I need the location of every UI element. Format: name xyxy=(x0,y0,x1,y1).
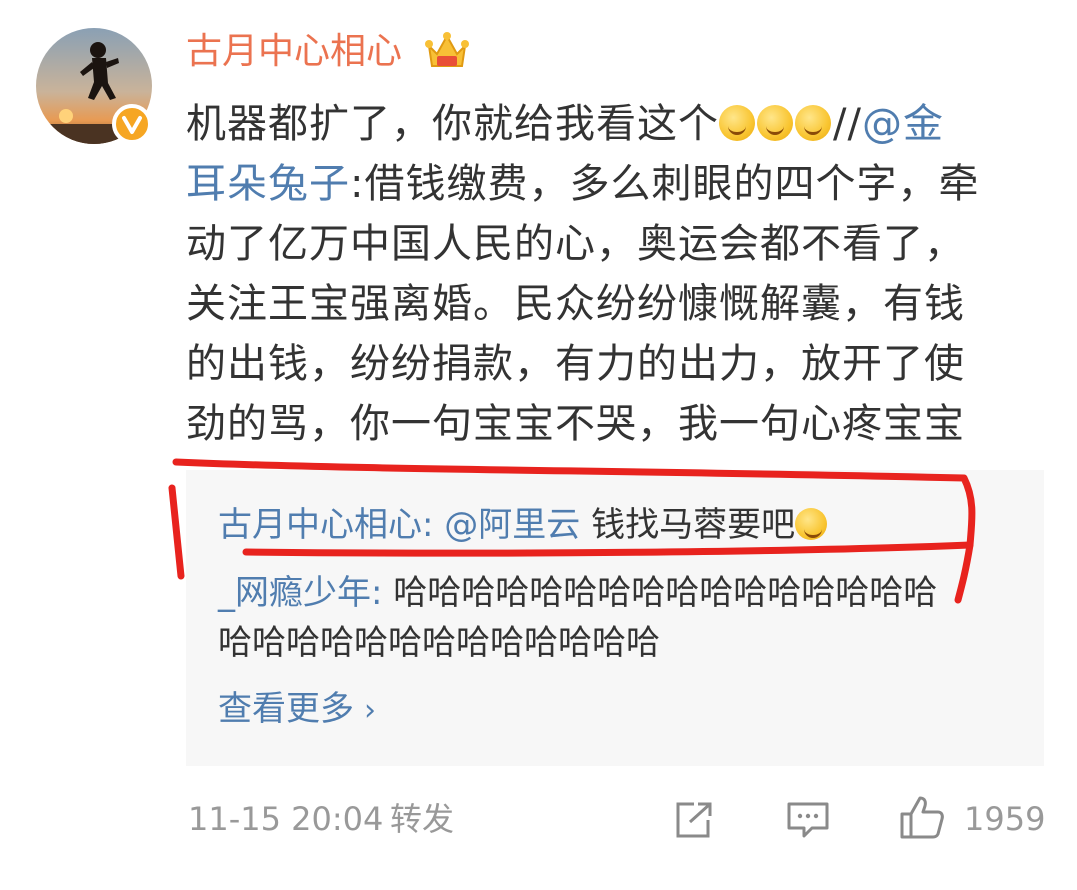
chevron-right-icon: › xyxy=(364,693,376,728)
share-icon[interactable] xyxy=(672,800,714,856)
grin-emoji-icon xyxy=(757,105,793,141)
verified-badge-icon xyxy=(112,104,152,144)
post-text: 机器都扩了，你就给我看这个//@金 耳朵兔子:借钱缴费，多么刺眼的四个字，牵 动… xyxy=(186,94,1036,454)
thumbs-up-icon[interactable] xyxy=(898,794,946,856)
comment-author[interactable]: _网瘾少年: xyxy=(218,573,382,613)
comment-icon[interactable] xyxy=(786,800,830,856)
post-line: 动了亿万中国人民的心，奥运会都不看了， xyxy=(186,221,965,267)
comment-item[interactable]: 古月中心相心: @阿里云 钱找马蓉要吧 xyxy=(218,500,829,550)
grin-emoji-icon xyxy=(795,105,831,141)
post-line: 机器都扩了，你就给我看这个//@金 xyxy=(186,101,944,147)
vip-crown-icon[interactable] xyxy=(424,30,470,72)
comments-box: 古月中心相心: @阿里云 钱找马蓉要吧 _网瘾少年: 哈哈哈哈哈哈哈哈哈哈哈哈哈… xyxy=(186,470,1044,766)
post-line: 关注王宝强离婚。民众纷纷慷慨解囊，有钱 xyxy=(186,281,965,327)
thinking-emoji-icon xyxy=(795,508,828,540)
post-line: 耳朵兔子:借钱缴费，多么刺眼的四个字，牵 xyxy=(186,161,980,207)
repost-source-label: 转发 xyxy=(390,800,455,838)
like-count: 1959 xyxy=(964,800,1046,838)
timestamp: 11-15 20:04 xyxy=(188,800,384,838)
mention-link[interactable]: @金 xyxy=(862,101,944,147)
comment-item[interactable]: _网瘾少年: 哈哈哈哈哈哈哈哈哈哈哈哈哈哈哈哈 xyxy=(218,568,937,618)
comment-item-continued: 哈哈哈哈哈哈哈哈哈哈哈哈哈 xyxy=(218,623,660,663)
weibo-post: 古月中心相心 机器都扩了，你就给我看这个//@金 耳朵兔子:借钱缴费，多么刺眼的… xyxy=(0,0,1077,890)
post-line: 的出钱，纷纷捐款，有力的出力，放开了使 xyxy=(186,341,965,387)
post-footer: 11-15 20:04 转发 1959 xyxy=(186,792,1046,846)
post-username[interactable]: 古月中心相心 xyxy=(186,26,402,78)
comment-author[interactable]: 古月中心相心: xyxy=(218,505,433,545)
mention-link[interactable]: @阿里云 xyxy=(444,505,580,545)
grin-emoji-icon xyxy=(719,105,755,141)
view-more-link[interactable]: 查看更多 › xyxy=(218,684,376,736)
post-line: 劲的骂，你一句宝宝不哭，我一句心疼宝宝 xyxy=(186,401,965,447)
mention-link[interactable]: 耳朵兔子 xyxy=(186,161,350,207)
